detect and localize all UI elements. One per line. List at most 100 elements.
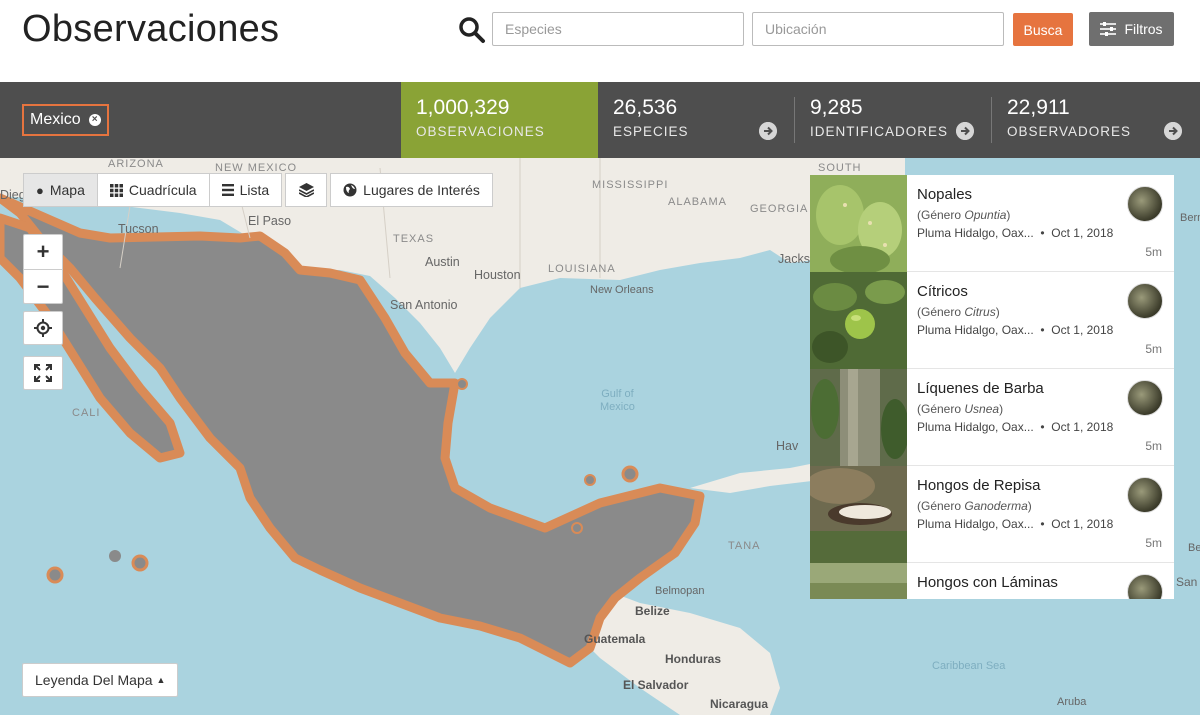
observer-avatar[interactable] [1127,283,1163,319]
observer-avatar[interactable] [1127,380,1163,416]
tab-grid[interactable]: Cuadrícula [96,173,210,207]
island-marker [621,465,639,483]
map-label-georgia: GEORGIA [750,203,809,215]
observation-card[interactable]: Hongos de Repisa (Género Ganoderma) Plum… [810,466,1174,563]
map-label-san-antonio: San Antonio [390,298,458,312]
stat-observers[interactable]: 22,911 OBSERVADORES [992,82,1200,158]
island-marker [109,550,121,562]
caret-up-icon: ▲ [156,675,166,685]
observation-meta: Pluma Hidalgo, Oax... • Oct 1, 2018 [917,517,1114,531]
stat-identifiers[interactable]: 9,285 IDENTIFICADORES [795,82,992,158]
map-label-louisiana: LOUISIANA [548,263,616,275]
observation-taxon: (Género Usnea) [917,402,1004,416]
place-chip-label: Mexico [30,111,81,128]
map-label-aruba: Aruba [1057,696,1087,708]
observer-avatar[interactable] [1127,477,1163,513]
map-label-caribbean-sea: Caribbean Sea [932,660,1006,672]
observation-date: Oct 1, 2018 [1051,323,1114,337]
map-label-ber: Ber [1188,542,1200,554]
globe-icon [343,183,357,197]
layers-button[interactable] [285,173,328,207]
observations-page: Observaciones Busca Filtros Mexico × [0,0,1200,715]
stat-label: OBSERVADORES [1007,124,1132,139]
observation-meta: Pluma Hidalgo, Oax... • Oct 1, 2018 [917,420,1114,434]
map-label-belmopan: Belmopan [655,585,705,597]
expand-icon [34,364,52,382]
filters-label: Filtros [1124,21,1163,37]
stat-observations[interactable]: 1,000,329 OBSERVACIONES [401,82,598,158]
place-filter-chip[interactable]: Mexico × [22,104,109,136]
observation-photo[interactable] [810,466,907,563]
taxon-genus: Citrus [964,305,996,319]
observations-map[interactable]: ARIZONA NEW MEXICO MISSISSIPPI ALABAMA G… [0,158,1200,715]
remove-place-icon[interactable]: × [88,114,101,126]
observation-place: Pluma Hidalgo, Oax... [917,226,1034,240]
zoom-out-button[interactable]: − [24,269,62,303]
map-legend-button[interactable]: Leyenda Del Mapa ▲ [22,663,179,697]
tab-label: Mapa [49,182,85,198]
observation-photo[interactable] [810,272,907,369]
observation-place: Pluma Hidalgo, Oax... [917,517,1034,531]
stat-number: 9,285 [810,96,863,119]
locate-button[interactable] [23,311,63,345]
taxon-rank: Género [921,305,962,319]
map-label-honduras: Honduras [665,652,722,666]
map-label-el-paso: El Paso [248,214,292,228]
places-of-interest-button[interactable]: Lugares de Interés [330,173,493,207]
stat-label: IDENTIFICADORES [810,124,949,139]
search-button[interactable]: Busca [1013,13,1073,46]
observation-photo[interactable] [810,369,907,466]
filters-button[interactable]: Filtros [1089,12,1174,46]
observation-taxon: (Género Citrus) [917,305,1000,319]
zoom-in-button[interactable]: + [24,235,62,269]
observation-list[interactable]: Nopales (Género Opuntia) Pluma Hidalgo, … [810,175,1174,599]
map-label-arizona: ARIZONA [108,158,164,170]
observation-card[interactable]: Líquenes de Barba (Género Usnea) Pluma H… [810,369,1174,466]
observer-avatar[interactable] [1127,186,1163,222]
observation-name: Hongos de Repisa [917,477,1041,494]
map-label-hav: Hav [776,439,799,453]
places-label: Lugares de Interés [363,182,480,198]
observation-place: Pluma Hidalgo, Oax... [917,323,1034,337]
tab-list[interactable]: Lista [208,173,283,207]
tab-map[interactable]: ● Mapa [23,173,98,207]
tab-label: Lista [239,182,270,198]
observation-card[interactable]: Hongos con Láminas [810,563,1174,599]
map-label-san: San [1176,575,1198,589]
stats-bar: Mexico × 1,000,329 OBSERVACIONES 26,536 … [0,82,1200,158]
species-search-input[interactable] [492,12,744,46]
taxon-genus: Opuntia [964,208,1007,222]
search-icon[interactable] [458,16,486,44]
place-search-input[interactable] [752,12,1004,46]
observation-time-ago: 5m [1145,342,1162,356]
map-label-tana: TANA [728,540,761,552]
observation-date: Oct 1, 2018 [1051,226,1114,240]
arrow-right-icon[interactable] [759,122,777,140]
zoom-controls: + − [23,234,63,304]
observation-date: Oct 1, 2018 [1051,420,1114,434]
observation-time-ago: 5m [1145,245,1162,259]
arrow-right-icon[interactable] [1164,122,1182,140]
observation-photo[interactable] [810,175,907,272]
observation-name: Líquenes de Barba [917,380,1044,397]
island-marker [46,566,64,584]
map-marker-icon: ● [36,182,44,198]
observer-avatar[interactable] [1127,574,1163,599]
observation-name: Cítricos [917,283,968,300]
taxon-rank: Género [921,499,962,513]
arrow-right-icon[interactable] [956,122,974,140]
stat-number: 22,911 [1007,96,1070,119]
crosshair-icon [34,319,52,337]
stat-label: OBSERVACIONES [416,124,545,139]
map-label-mississippi: MISSISSIPPI [592,179,669,191]
observation-date: Oct 1, 2018 [1051,517,1114,531]
observation-photo[interactable] [810,563,907,599]
observation-card[interactable]: Nopales (Género Opuntia) Pluma Hidalgo, … [810,175,1174,272]
observation-card[interactable]: Cítricos (Género Citrus) Pluma Hidalgo, … [810,272,1174,369]
observation-name: Hongos con Láminas [917,574,1058,591]
observation-meta: Pluma Hidalgo, Oax... • Oct 1, 2018 [917,323,1114,337]
fullscreen-button[interactable] [23,356,63,390]
tab-label: Cuadrícula [128,182,197,198]
stat-species[interactable]: 26,536 ESPECIES [598,82,795,158]
island-marker [456,378,468,390]
